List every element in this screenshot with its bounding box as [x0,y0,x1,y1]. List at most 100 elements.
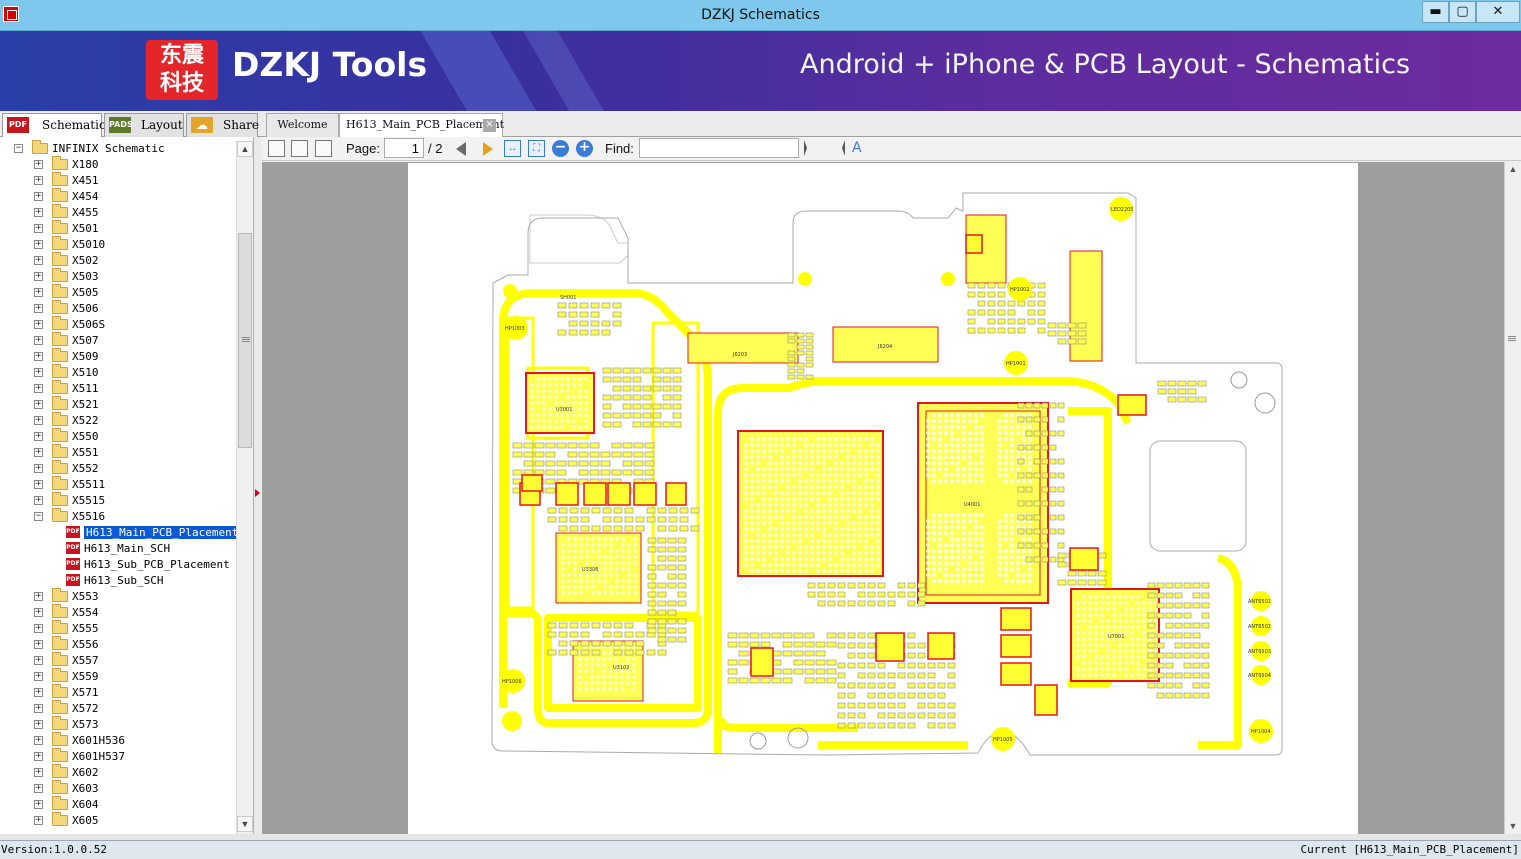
tab-share[interactable]: ☁ Share [186,113,259,137]
tree-file[interactable]: PDF H613_Sub_SCH [0,573,236,589]
expand-icon[interactable]: + [34,800,43,809]
viewer-scroll-up-icon[interactable]: ▲ [1505,162,1521,177]
tree-folder[interactable]: + X573 [0,716,236,733]
collapse-icon[interactable]: − [14,144,23,153]
tab-layout[interactable]: PADS Layout [104,113,184,137]
expand-icon[interactable]: + [34,160,43,169]
next-page-icon[interactable] [483,142,493,156]
expand-icon[interactable]: + [34,448,43,457]
expand-icon[interactable]: + [34,320,43,329]
close-tab-icon[interactable]: × [483,119,496,132]
tree-folder[interactable]: + X521 [0,396,236,413]
panel-splitter[interactable] [254,137,261,834]
continuous-page-icon[interactable] [315,140,332,157]
single-page-icon[interactable] [268,140,285,157]
expand-icon[interactable]: + [34,592,43,601]
tree-scrollbar[interactable]: ▲ ▼ [236,141,253,834]
expand-icon[interactable]: + [34,496,43,505]
tree-folder[interactable]: + X601H537 [0,748,236,765]
scroll-up-icon[interactable]: ▲ [237,141,253,157]
tree-folder[interactable]: + X556 [0,636,236,653]
expand-icon[interactable]: + [34,416,43,425]
expand-icon[interactable]: + [34,368,43,377]
expand-icon[interactable]: + [34,176,43,185]
tree-folder[interactable]: + X5515 [0,492,236,509]
zoom-out-icon[interactable]: − [552,140,569,157]
tree-folder[interactable]: + X605 [0,812,236,829]
tree-folder-expanded[interactable]: − X5516 [0,508,236,525]
tree-folder[interactable]: + X510 [0,364,236,381]
expand-icon[interactable]: + [34,224,43,233]
document-viewer[interactable]: U4001 U3001 U3306 J6203 J6204 U7001 U310… [262,162,1504,834]
expand-icon[interactable]: + [34,816,43,825]
find-input[interactable] [639,138,799,158]
zoom-in-icon[interactable]: + [576,140,593,157]
expand-icon[interactable]: + [34,672,43,681]
expand-icon[interactable]: + [34,240,43,249]
viewer-scrollbar[interactable]: ▲ ▼ [1504,162,1521,834]
tree-folder[interactable]: + X506S [0,316,236,333]
tree-folder[interactable]: + X571 [0,684,236,701]
tree-folder[interactable]: + X5010 [0,236,236,253]
minimize-button[interactable]: ▬ [1422,1,1449,23]
tree-folder[interactable]: + X602 [0,764,236,781]
scroll-down-icon[interactable]: ▼ [237,816,253,832]
expand-icon[interactable]: + [34,384,43,393]
tree-folder[interactable]: + X572 [0,700,236,717]
expand-icon[interactable]: + [34,784,43,793]
expand-icon[interactable]: + [34,688,43,697]
tree-folder[interactable]: + X559 [0,668,236,685]
tree-folder[interactable]: + X451 [0,172,236,189]
expand-icon[interactable]: + [34,256,43,265]
expand-icon[interactable]: + [34,480,43,489]
tree-folder[interactable]: + X604 [0,796,236,813]
tree-folder[interactable]: + X501 [0,220,236,237]
expand-icon[interactable]: + [34,624,43,633]
tree-folder[interactable]: + X505 [0,284,236,301]
highlight-text-icon[interactable]: A [852,140,869,157]
tree-folder[interactable]: + X555 [0,620,236,637]
expand-icon[interactable]: + [34,272,43,281]
tree-folder[interactable]: + X503 [0,268,236,285]
expand-icon[interactable]: + [34,768,43,777]
tree-folder[interactable]: + X557 [0,652,236,669]
expand-icon[interactable]: + [34,192,43,201]
tab-schematic[interactable]: PDF Schematic [2,113,106,138]
expand-icon[interactable]: + [34,608,43,617]
find-previous-icon[interactable] [804,140,820,156]
page-number-input[interactable] [384,138,424,158]
collapse-arrow-icon[interactable] [255,489,260,497]
tree-scroll-thumb[interactable] [238,233,252,448]
tree-folder[interactable]: + X502 [0,252,236,269]
close-button[interactable]: ✕ [1476,1,1520,23]
expand-icon[interactable]: + [34,336,43,345]
tree-folder[interactable]: + X5511 [0,476,236,493]
expand-icon[interactable]: + [34,736,43,745]
tree-folder[interactable]: + X552 [0,460,236,477]
expand-icon[interactable]: + [34,640,43,649]
expand-icon[interactable]: + [34,432,43,441]
tree-folder[interactable]: + X454 [0,188,236,205]
tree-folder[interactable]: + X511 [0,380,236,397]
maximize-button[interactable]: ▢ [1449,1,1476,23]
tree-folder[interactable]: + X522 [0,412,236,429]
tree-root[interactable]: − INFINIX Schematic [0,140,236,157]
expand-icon[interactable]: + [34,208,43,217]
expand-icon[interactable]: + [34,720,43,729]
tree-file[interactable]: PDF H613_Sub_PCB_Placement [0,557,236,573]
tree-folder[interactable]: + X180 [0,156,236,173]
expand-icon[interactable]: + [34,288,43,297]
tree-folder[interactable]: + X553 [0,588,236,605]
find-next-icon[interactable] [829,140,845,156]
expand-icon[interactable]: + [34,304,43,313]
tree-file[interactable]: PDF H613_Main_SCH [0,541,236,557]
tree-folder[interactable]: + X455 [0,204,236,221]
expand-icon[interactable]: + [34,704,43,713]
tree-folder[interactable]: + X550 [0,428,236,445]
expand-icon[interactable]: + [34,752,43,761]
expand-icon[interactable]: + [34,400,43,409]
previous-page-icon[interactable] [456,142,466,156]
expand-icon[interactable]: + [34,656,43,665]
tree-file-selected[interactable]: PDF H613_Main_PCB_Placement [0,525,242,541]
collapse-icon[interactable]: − [34,512,43,521]
